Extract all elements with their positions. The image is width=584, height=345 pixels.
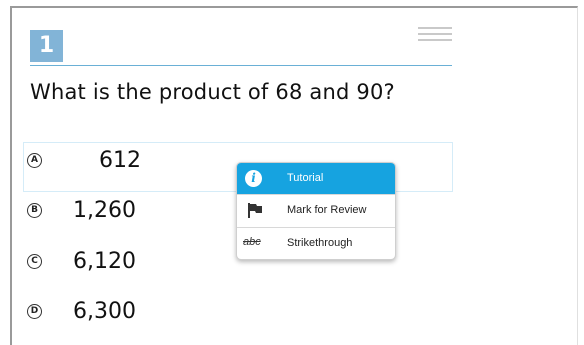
strikethrough-icon: abc [243, 236, 261, 248]
option-letter-bubble: B [27, 203, 42, 218]
question-text: What is the product of 68 and 90? [30, 80, 395, 104]
option-value: 6,300 [73, 299, 136, 324]
option-value: 1,260 [73, 198, 136, 223]
option-context-menu: i Tutorial Mark for Review abc Strikethr… [236, 162, 396, 260]
menu-item-tutorial[interactable]: i Tutorial [237, 163, 395, 194]
answer-option-c[interactable]: C 6,120 [27, 249, 227, 279]
question-number: 1 [30, 30, 63, 62]
answer-option-b[interactable]: B 1,260 [27, 198, 227, 228]
option-letter-bubble: A [27, 153, 42, 168]
menu-item-strikethrough[interactable]: abc Strikethrough [237, 228, 395, 259]
option-value: 612 [99, 148, 141, 173]
answer-option-a[interactable]: A 612 [27, 148, 247, 178]
hamburger-menu-icon[interactable] [418, 27, 452, 43]
option-letter-bubble: C [27, 254, 42, 269]
header-divider [30, 65, 452, 66]
flag-icon [248, 203, 262, 218]
option-letter-bubble: D [27, 304, 42, 319]
option-value: 6,120 [73, 249, 136, 274]
menu-item-label: Strikethrough [287, 237, 353, 249]
menu-item-label: Tutorial [287, 172, 324, 184]
menu-item-mark-for-review[interactable]: Mark for Review [237, 195, 395, 226]
menu-item-label: Mark for Review [287, 204, 367, 216]
info-icon: i [245, 170, 262, 187]
answer-option-d[interactable]: D 6,300 [27, 299, 227, 329]
